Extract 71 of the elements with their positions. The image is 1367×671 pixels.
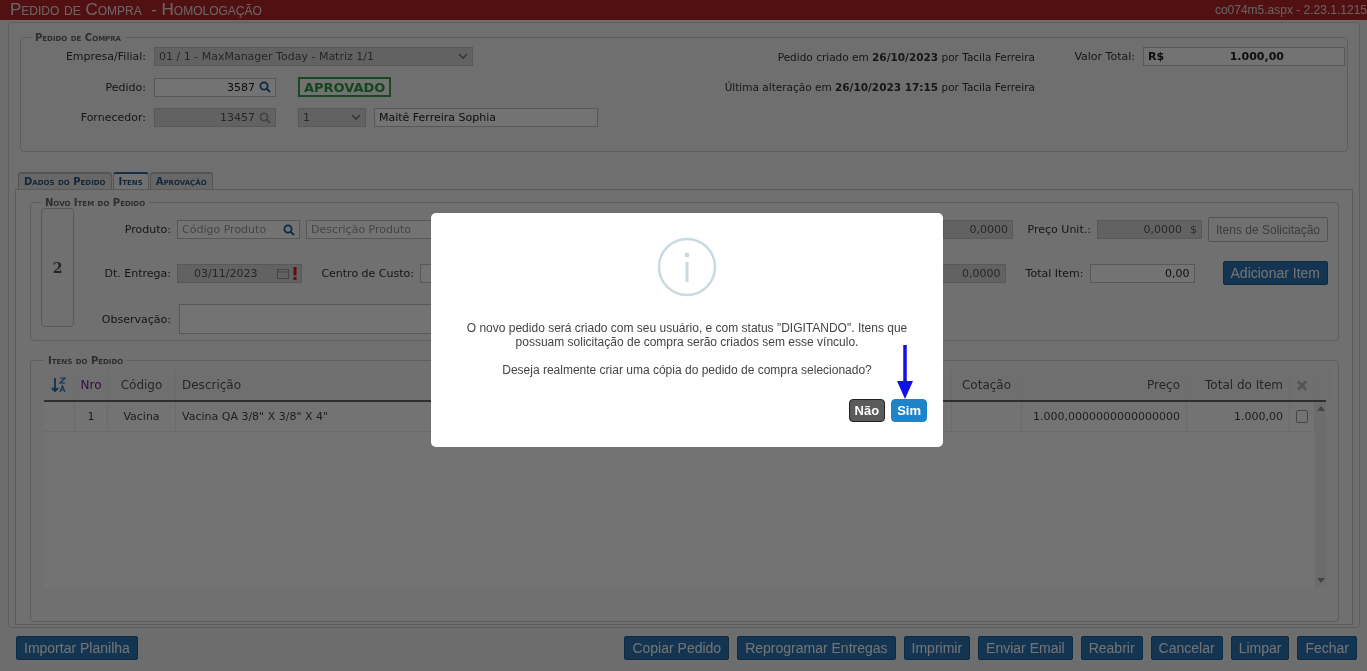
table-cell: 1.000,00 bbox=[1187, 402, 1290, 431]
dialog-question: Deseja realmente criar uma cópia do pedido de compra selecionado? bbox=[502, 363, 872, 377]
action-button[interactable]: Cancelar bbox=[1150, 636, 1223, 660]
dialog-message: O novo pedido será criado com seu usuário, e com status "DIGITANDO". Itens que possuam solicitação de compra serão criados sem esse vínculo. bbox=[465, 321, 909, 349]
field-label: Fornecedor: bbox=[79, 111, 146, 124]
row-checkbox[interactable] bbox=[1296, 410, 1308, 423]
tab[interactable]: Itens bbox=[112, 172, 149, 189]
created-info: Pedido criado em 26/10/2023 por Tacila Ferreira bbox=[776, 50, 1035, 63]
column-header[interactable]: Total do Item bbox=[1205, 378, 1283, 392]
section-legend: Pedido de Compra bbox=[31, 32, 126, 43]
page-title: Pedido de Compra - Homologação bbox=[10, 0, 262, 20]
supplier-name-field[interactable]: Maitê Ferreira Sophia bbox=[374, 108, 598, 127]
column-header[interactable]: Código bbox=[120, 378, 163, 392]
action-button[interactable]: Limpar bbox=[1230, 636, 1290, 660]
chevron-down-icon bbox=[351, 114, 361, 121]
info-icon bbox=[657, 237, 717, 297]
scrollbar[interactable] bbox=[1315, 402, 1326, 587]
search-icon bbox=[259, 81, 271, 93]
tab[interactable]: Dados do Pedido bbox=[18, 172, 112, 189]
field-label: Dt. Entrega: bbox=[103, 266, 171, 280]
supplier-select[interactable]: 1 bbox=[298, 108, 366, 127]
sort-icon[interactable] bbox=[51, 377, 67, 393]
search-icon bbox=[259, 111, 271, 124]
order-number-field[interactable]: 3587 bbox=[154, 77, 276, 97]
column-header[interactable]: Descrição bbox=[182, 378, 242, 392]
action-button[interactable]: Enviar Email bbox=[978, 636, 1073, 660]
total-value-field: R$ 1.000,00 bbox=[1143, 47, 1345, 66]
field-label: Valor Total: bbox=[1073, 50, 1135, 63]
column-header[interactable]: Nro bbox=[80, 378, 102, 392]
search-icon bbox=[283, 223, 295, 236]
company-select[interactable]: 01 / 1 - MaxManager Today - Matriz 1/1 bbox=[154, 47, 473, 66]
action-button[interactable]: Copiar Pedido bbox=[624, 636, 730, 660]
column-header[interactable]: Cotação bbox=[961, 378, 1012, 392]
table-cell: Vacina bbox=[108, 402, 176, 431]
field-label: Centro de Custo: bbox=[320, 266, 414, 280]
confirm-button[interactable]: Sim bbox=[891, 399, 927, 422]
scroll-up-icon[interactable] bbox=[1316, 406, 1325, 411]
section-legend: Novo Item do Pedido bbox=[41, 197, 150, 208]
field-label: Total Item: bbox=[1024, 266, 1084, 280]
delete-icon[interactable] bbox=[1296, 378, 1308, 392]
add-item-button[interactable]: Adicionar Item bbox=[1222, 261, 1328, 285]
tab[interactable]: Aprovação bbox=[149, 172, 213, 189]
field-label: Produto: bbox=[123, 223, 171, 236]
table-cell: 1 bbox=[75, 402, 108, 431]
supplier-code-field[interactable]: 13457 bbox=[154, 108, 276, 127]
field-label: Observação: bbox=[100, 312, 171, 326]
modified-info: Última alteração em 26/10/2023 17:15 por Tacila Ferreira bbox=[724, 81, 1035, 93]
status-badge: APROVADO bbox=[298, 77, 392, 97]
section-legend: Itens do Pedido bbox=[44, 355, 128, 366]
calendar-icon bbox=[277, 267, 289, 279]
down-arrow bbox=[896, 345, 914, 399]
quantity-field[interactable]: 0,0000 bbox=[942, 220, 1013, 239]
action-button[interactable]: Imprimir bbox=[903, 636, 971, 660]
field-label: Empresa/Filial: bbox=[64, 50, 146, 63]
version-text: co074m5.aspx - 2.23.1.1215 bbox=[1214, 3, 1367, 17]
action-button[interactable]: Reabrir bbox=[1080, 636, 1143, 660]
item-total-field[interactable]: 0,00 bbox=[1089, 263, 1195, 283]
currency-symbol: $ bbox=[1189, 223, 1197, 236]
column-header[interactable]: Preço bbox=[1146, 378, 1180, 392]
field-label: Pedido: bbox=[104, 80, 146, 94]
field-label: Preço Unit.: bbox=[1026, 223, 1091, 236]
delivery-date-field[interactable]: 03/11/2023 bbox=[177, 263, 302, 283]
item-sequence: 2 bbox=[41, 208, 74, 327]
chevron-down-icon bbox=[458, 53, 468, 60]
action-button[interactable]: Reprogramar Entregas bbox=[737, 636, 896, 660]
unit-price-field[interactable]: 0,0000 $ bbox=[1096, 220, 1202, 239]
scroll-down-icon[interactable] bbox=[1316, 578, 1325, 583]
table-cell: 1.000,0000000000000000 bbox=[1022, 402, 1187, 431]
action-button[interactable]: Importar Planilha bbox=[16, 636, 138, 660]
cancel-button[interactable]: Não bbox=[848, 399, 886, 422]
action-button[interactable]: Fechar bbox=[1297, 636, 1357, 660]
